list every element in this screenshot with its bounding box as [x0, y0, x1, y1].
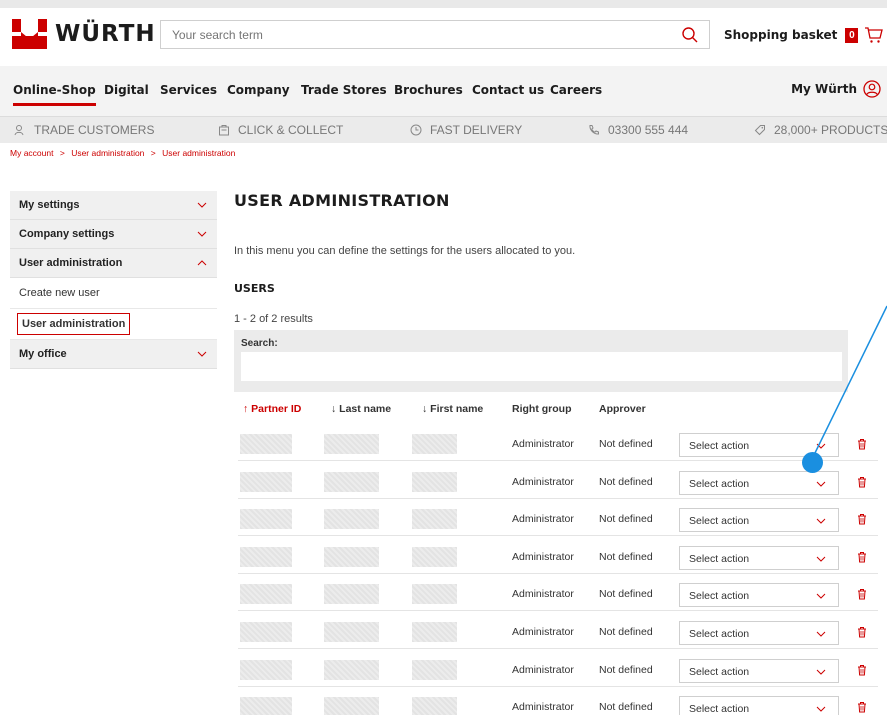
annotation-marker: [802, 452, 823, 473]
annotation-arrow: [813, 305, 887, 456]
page: WÜRTH Shopping basket 0 Online-Shop Digi…: [0, 8, 887, 715]
